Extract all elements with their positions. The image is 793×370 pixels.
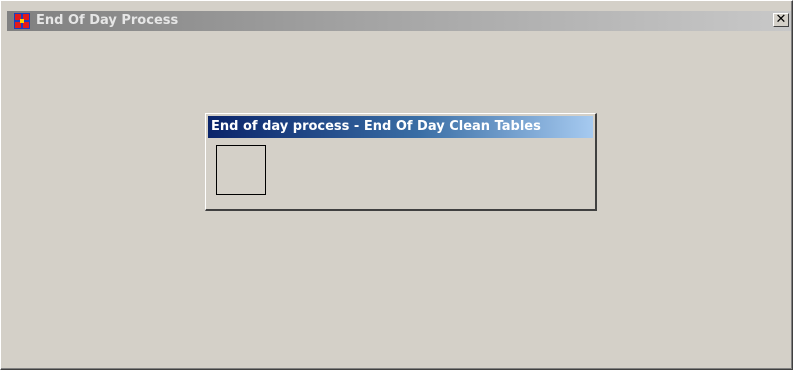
progress-indicator-box [216,145,266,195]
dialog-title: End of day process - End Of Day Clean Ta… [211,119,541,134]
main-window: End Of Day Process ✕ End of day process … [0,0,793,370]
progress-dialog: End of day process - End Of Day Clean Ta… [205,113,597,211]
close-button[interactable]: ✕ [773,13,789,27]
dialog-titlebar[interactable]: End of day process - End Of Day Clean Ta… [208,116,593,138]
close-icon: ✕ [775,12,787,27]
application-icon [14,13,30,29]
window-titlebar[interactable]: End Of Day Process ✕ [7,11,791,31]
window-title: End Of Day Process [36,13,179,28]
